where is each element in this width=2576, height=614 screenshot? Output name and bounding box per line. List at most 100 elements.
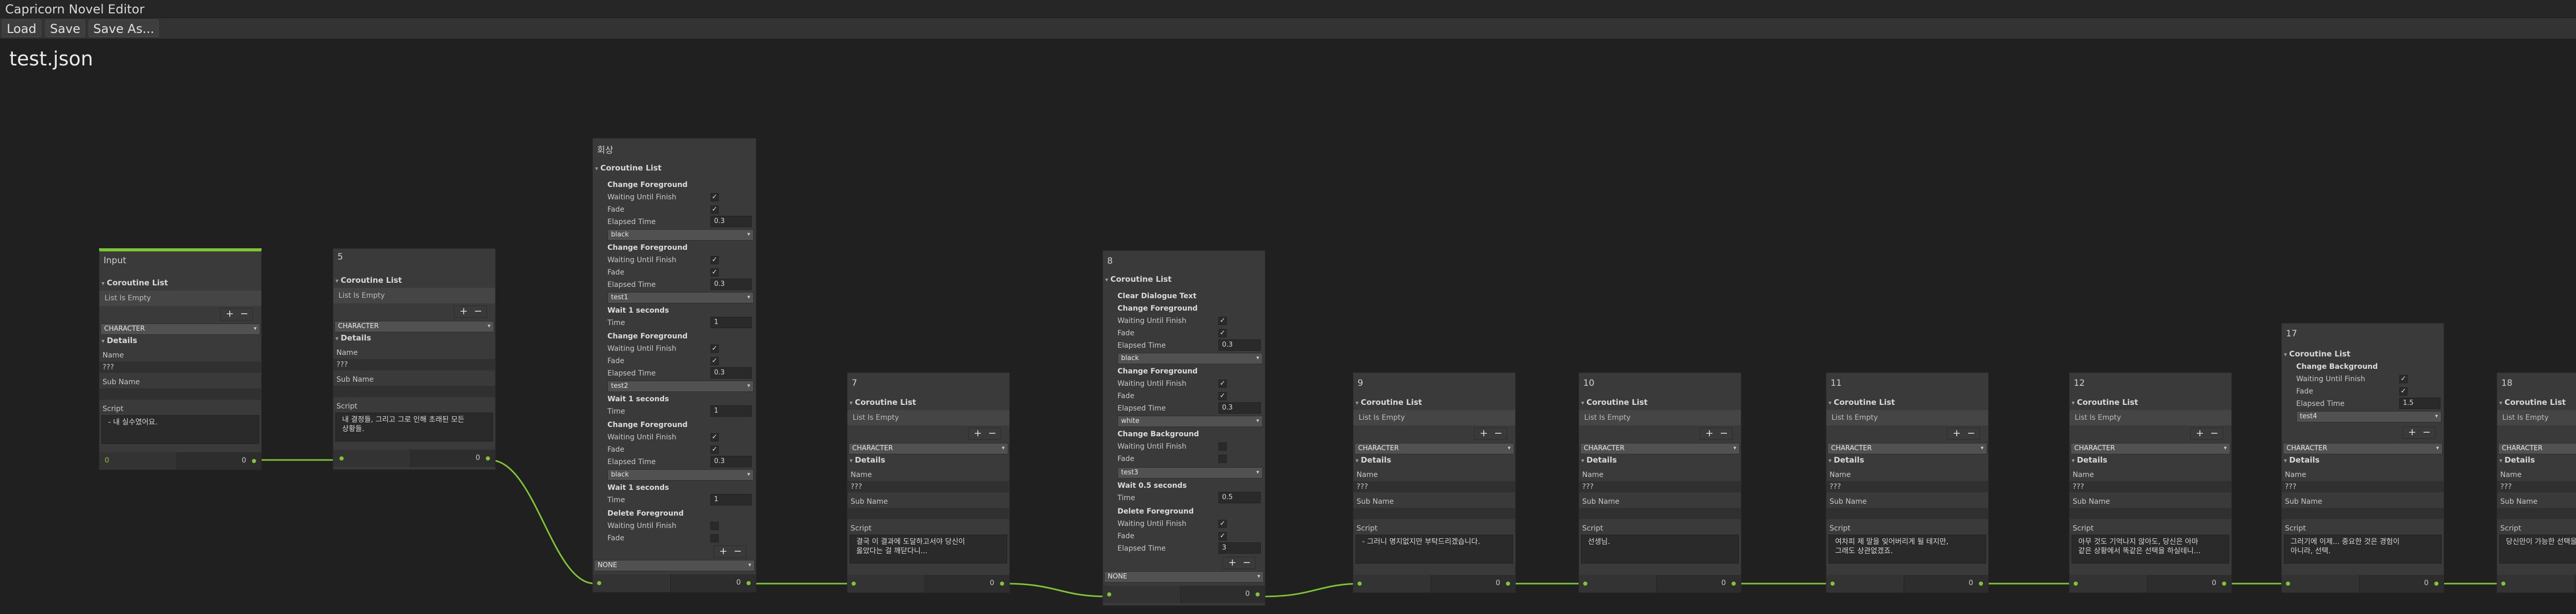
node-12[interactable]: 12 Coroutine List List Is Empty + − CHAR…: [2069, 372, 2232, 593]
add-icon[interactable]: +: [719, 546, 727, 556]
remove-icon[interactable]: −: [1243, 557, 1251, 568]
add-icon[interactable]: +: [2408, 427, 2416, 437]
remove-icon[interactable]: −: [734, 546, 742, 556]
elapsed-field[interactable]: 0.3: [1218, 402, 1261, 414]
output-port[interactable]: [486, 456, 490, 460]
name-field[interactable]: ???: [1579, 481, 1741, 492]
waiting-checkbox[interactable]: [1218, 442, 1227, 451]
foreground-dropdown[interactable]: white ▾: [1117, 416, 1263, 427]
node-input[interactable]: Input Coroutine List List Is Empty + − C…: [99, 248, 262, 470]
details-label[interactable]: Details: [1581, 455, 1617, 465]
sub-name-field[interactable]: [333, 386, 495, 397]
input-port-area[interactable]: [2282, 575, 2360, 592]
background-dropdown[interactable]: test3 ▾: [1117, 467, 1263, 479]
node-header[interactable]: 10: [1579, 373, 1741, 394]
input-port[interactable]: [2286, 582, 2290, 586]
input-port-area[interactable]: [333, 450, 411, 467]
foreground-dropdown[interactable]: test2 ▾: [607, 381, 754, 392]
remove-icon[interactable]: −: [2210, 428, 2218, 438]
fade-checkbox[interactable]: ✓: [2399, 387, 2408, 396]
time-field[interactable]: 1: [710, 494, 752, 505]
input-port-area[interactable]: [1579, 575, 1657, 592]
input-port-area[interactable]: [1353, 575, 1431, 592]
input-port[interactable]: [2501, 582, 2505, 586]
sub-name-field[interactable]: [2070, 508, 2231, 519]
node-header[interactable]: 17: [2282, 323, 2444, 344]
fade-checkbox[interactable]: ✓: [710, 206, 719, 214]
details-label[interactable]: Details: [850, 455, 885, 465]
save-as-button[interactable]: Save As...: [89, 20, 159, 37]
coroutine-list-label[interactable]: Coroutine List: [595, 163, 662, 173]
script-field[interactable]: - 내 실수였어요.: [101, 415, 259, 444]
output-port[interactable]: [1732, 582, 1736, 586]
elapsed-field[interactable]: 0.3: [710, 216, 752, 227]
name-field[interactable]: ???: [99, 362, 261, 373]
elapsed-field[interactable]: 0.3: [710, 367, 752, 379]
add-icon[interactable]: +: [974, 428, 982, 438]
input-port[interactable]: [340, 456, 344, 460]
node-header[interactable]: 회상: [593, 139, 756, 158]
output-port[interactable]: [1256, 592, 1260, 596]
node-header[interactable]: 9: [1353, 373, 1515, 394]
output-port[interactable]: [747, 581, 751, 585]
coroutine-list-label[interactable]: Coroutine List: [850, 398, 916, 407]
output-port[interactable]: [1979, 582, 1983, 586]
fade-checkbox[interactable]: [1218, 455, 1227, 463]
node-header[interactable]: Input: [99, 252, 261, 270]
character-dropdown[interactable]: CHARACTER▾: [2498, 443, 2576, 454]
details-label[interactable]: Details: [1355, 455, 1391, 465]
sub-name-field[interactable]: [1579, 508, 1741, 519]
output-port[interactable]: [252, 459, 256, 463]
node-header[interactable]: 7: [848, 373, 1009, 394]
node-memory[interactable]: 회상 Coroutine List Change Foreground Wait…: [592, 138, 756, 592]
elapsed-field[interactable]: 1.5: [2399, 398, 2441, 409]
input-port-area[interactable]: [848, 575, 925, 592]
script-field[interactable]: 결국 이 결과에 도달하고서야 당신이 옳았다는 걸 깨닫다니...: [850, 535, 1007, 564]
output-port[interactable]: [2222, 582, 2226, 586]
script-field[interactable]: - 그러니 명지없지만 부탁드리겠습니다.: [1355, 535, 1513, 564]
sub-name-field[interactable]: [848, 508, 1009, 519]
input-port-area[interactable]: [1826, 575, 1904, 592]
remove-icon[interactable]: −: [240, 309, 248, 319]
character-dropdown[interactable]: CHARACTER▾: [100, 323, 260, 335]
foreground-dropdown[interactable]: test1 ▾: [607, 292, 754, 303]
waiting-checkbox[interactable]: ✓: [710, 256, 719, 264]
input-port-area[interactable]: [2497, 575, 2575, 592]
name-field[interactable]: ???: [1353, 481, 1515, 492]
input-port[interactable]: [1107, 592, 1111, 596]
coroutine-list-label[interactable]: Coroutine List: [101, 278, 168, 287]
input-port[interactable]: [1583, 582, 1587, 586]
node-17[interactable]: 17 Coroutine List Change Background Wait…: [2281, 323, 2444, 593]
script-field[interactable]: 그러기에 이제... 중요한 것은 경험이 아니라, 선택.: [2284, 535, 2442, 564]
fade-checkbox[interactable]: ✓: [1218, 532, 1227, 540]
add-icon[interactable]: +: [1228, 557, 1236, 568]
name-field[interactable]: ???: [2282, 481, 2444, 492]
name-field[interactable]: ???: [848, 481, 1009, 492]
waiting-checkbox[interactable]: ✓: [1218, 380, 1227, 388]
waiting-checkbox[interactable]: [710, 522, 719, 530]
sub-name-field[interactable]: [1826, 508, 1988, 519]
input-port-area[interactable]: [593, 574, 671, 592]
name-field[interactable]: ???: [2497, 481, 2576, 492]
name-field[interactable]: ???: [1826, 481, 1988, 492]
script-field[interactable]: 선생님.: [1581, 535, 1739, 564]
coroutine-list-label[interactable]: Coroutine List: [2072, 398, 2138, 407]
coroutine-list-label[interactable]: Coroutine List: [335, 276, 402, 285]
character-dropdown[interactable]: NONE ▾: [1104, 571, 1264, 583]
details-label[interactable]: Details: [1828, 455, 1864, 465]
node-18[interactable]: 18 Coroutine List List Is Empty + − CHAR…: [2497, 372, 2576, 593]
waiting-checkbox[interactable]: ✓: [1218, 520, 1227, 528]
sub-name-field[interactable]: [1353, 508, 1515, 519]
character-dropdown[interactable]: CHARACTER▾: [849, 443, 1008, 454]
details-label[interactable]: Details: [2284, 455, 2319, 465]
fade-checkbox[interactable]: ✓: [1218, 329, 1227, 337]
node-9[interactable]: 9 Coroutine List List Is Empty + − CHARA…: [1353, 372, 1516, 593]
script-field[interactable]: 내 결정들, 그리고 그로 인해 초래된 모든 상황들.: [335, 413, 493, 441]
background-dropdown[interactable]: test4 ▾: [2296, 411, 2442, 422]
character-dropdown[interactable]: CHARACTER▾: [1354, 443, 1514, 454]
input-port-area[interactable]: 0: [99, 452, 177, 470]
waiting-checkbox[interactable]: ✓: [710, 433, 719, 441]
coroutine-list-label[interactable]: Coroutine List: [1105, 275, 1172, 284]
character-dropdown[interactable]: CHARACTER▾: [1827, 443, 1987, 454]
remove-icon[interactable]: −: [1720, 428, 1728, 438]
